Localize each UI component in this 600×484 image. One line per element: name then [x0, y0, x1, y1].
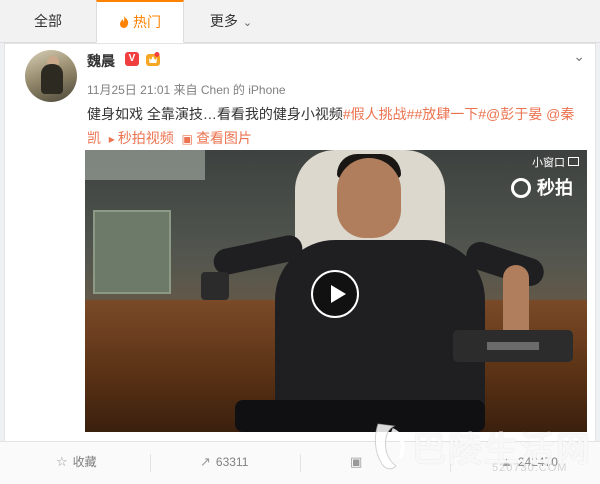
author-name[interactable]: 魏晨 [87, 51, 115, 71]
watermark-url: 520730.COM [492, 462, 568, 474]
repost-count: 63311 [215, 455, 249, 469]
comment-icon: ▣ [350, 454, 363, 469]
video-window-area [85, 150, 205, 180]
video-icon: ▸ [108, 132, 115, 146]
comment-button[interactable]: ▣ [350, 442, 367, 482]
video-player[interactable]: 小窗口 秒拍 [85, 150, 587, 432]
miaopai-brand: 秒拍 [537, 178, 573, 198]
video-link[interactable]: ▸ 秒拍视频 [109, 130, 174, 146]
tab-more[interactable]: 更多 ⌄ [196, 0, 266, 42]
tab-all[interactable]: 全部 [18, 0, 78, 42]
watermark-logo-icon [374, 423, 405, 470]
mini-window-icon [568, 157, 579, 166]
tab-more-label: 更多 [209, 13, 238, 29]
mini-window-button[interactable]: 小窗口 [532, 154, 579, 170]
video-person-head [337, 158, 401, 238]
picture-icon: ▣ [181, 132, 193, 146]
post-meta: 11月25日 21:01 来自 Chen 的 iPhone [87, 81, 286, 98]
post-text-plain: 健身如戏 全靠演技…看看我的健身小视频 [87, 106, 343, 122]
dumbbell-bar [487, 342, 539, 350]
dumbbell [453, 330, 573, 362]
chevron-down-icon[interactable]: ⌄ [573, 48, 585, 65]
post-date[interactable]: 11月25日 21:01 [87, 83, 170, 97]
avatar[interactable] [25, 50, 77, 102]
divider [150, 454, 151, 472]
camera-lens-icon [511, 178, 531, 198]
mention-link[interactable]: @彭于晏 [486, 106, 542, 122]
mini-window-label: 小窗口 [532, 157, 565, 169]
repost-icon: ↗ [200, 454, 211, 469]
fire-icon [120, 16, 129, 28]
hashtag-link[interactable]: #假人挑战# [343, 106, 415, 122]
site-watermark: 巴陵生活网 520730.COM [372, 418, 600, 480]
star-icon: ☆ [56, 454, 68, 469]
post-card: ⌄ 魏晨 V 11月25日 21:01 来自 Chen 的 iPhone 健身如… [4, 43, 596, 442]
avatar-figure [41, 64, 63, 94]
favorite-label: 收藏 [72, 455, 97, 469]
hashtag-link[interactable]: #放肆一下# [414, 106, 486, 122]
view-pictures-label: 查看图片 [195, 130, 252, 146]
repost-button[interactable]: ↗ 63311 [200, 442, 248, 482]
tab-hot[interactable]: 热门 [96, 0, 184, 43]
post-text: 健身如戏 全靠演技…看看我的健身小视频#假人挑战##放肆一下#@彭于晏 @秦凯 … [87, 102, 587, 151]
miaopai-logo: 秒拍 [511, 176, 573, 200]
video-person-torso [275, 240, 485, 420]
view-pictures-link[interactable]: ▣ 查看图片 [182, 130, 252, 146]
tab-bar: 全部 热门 更多 ⌄ [0, 0, 600, 43]
play-button[interactable] [311, 270, 359, 318]
source-prefix: 来自 [173, 83, 198, 97]
video-link-label: 秒拍视频 [117, 130, 174, 146]
post-source: Chen 的 iPhone [200, 83, 286, 97]
tab-hot-label: 热门 [133, 14, 161, 30]
favorite-button[interactable]: ☆ 收藏 [56, 442, 97, 482]
divider [300, 454, 301, 472]
dumbbell [201, 272, 229, 300]
video-rack [93, 210, 171, 294]
member-crown-icon[interactable] [145, 51, 161, 67]
verified-badge-icon[interactable]: V [125, 52, 139, 66]
chevron-down-icon: ⌄ [242, 17, 253, 29]
